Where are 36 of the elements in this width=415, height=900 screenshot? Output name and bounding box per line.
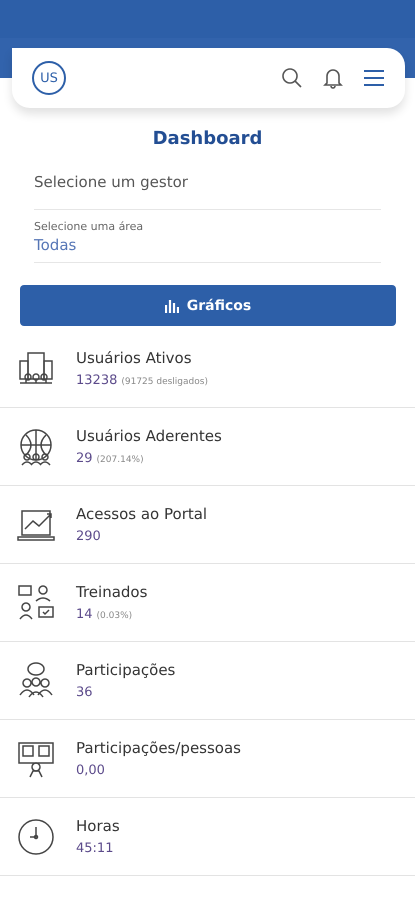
metric-value: 36 — [76, 685, 93, 700]
metric-icon — [16, 582, 56, 622]
metric-value: 14 — [76, 607, 93, 622]
metric-value: 290 — [76, 529, 101, 544]
menu-icon[interactable] — [363, 69, 385, 87]
metric-name: Treinados — [76, 583, 148, 601]
metric-row[interactable]: Participações 36 — [0, 642, 415, 720]
area-select[interactable]: Todas — [34, 236, 381, 254]
metric-name: Horas — [76, 817, 120, 835]
metric-row[interactable]: Usuários Ativos 13238 (91725 desligados) — [0, 330, 415, 408]
metric-name: Participações — [76, 661, 176, 679]
metric-name: Usuários Ativos — [76, 349, 193, 367]
metric-name: Participações/pessoas — [76, 739, 241, 757]
manager-select[interactable]: Selecione um gestor — [34, 173, 381, 191]
metric-row[interactable]: Horas 45:11 — [0, 798, 415, 876]
metric-icon — [16, 816, 56, 856]
metric-note: (207.14%) — [96, 455, 144, 465]
metric-note: (0.03%) — [96, 611, 132, 621]
metric-row[interactable]: Participações/pessoas 0,00 — [0, 720, 415, 798]
metric-row[interactable]: Usuários Aderentes 29 (207.14%) — [0, 408, 415, 486]
page-title: Dashboard — [152, 128, 264, 149]
metric-note: (91725 desligados) — [121, 377, 208, 387]
bell-icon[interactable] — [323, 67, 343, 89]
metric-row[interactable]: Treinados 14 (0.03%) — [0, 564, 415, 642]
avatar[interactable]: US — [32, 61, 66, 95]
metric-name: Acessos ao Portal — [76, 505, 208, 523]
charts-button[interactable]: Gráficos — [20, 285, 396, 326]
metric-value: 29 — [76, 451, 93, 466]
metric-value: 45:11 — [76, 841, 114, 856]
metric-value: 13238 — [76, 373, 118, 388]
search-icon[interactable] — [281, 67, 303, 89]
metric-row[interactable]: Acessos ao Portal 290 — [0, 486, 415, 564]
metric-value: 0,00 — [76, 763, 105, 778]
metric-name: Usuários Aderentes — [76, 427, 222, 445]
field-label: Selecione uma área — [34, 220, 144, 233]
bar-chart-icon — [164, 298, 179, 312]
